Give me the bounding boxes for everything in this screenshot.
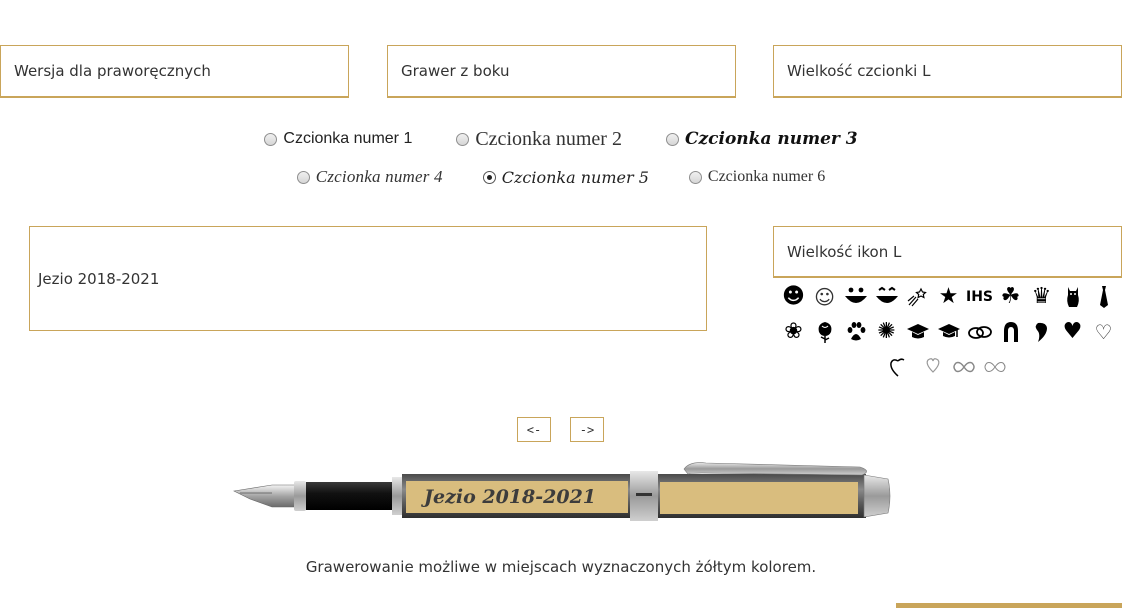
icon-size-select[interactable]: Wielkość ikon L: [773, 226, 1122, 278]
engraving-text-input[interactable]: Jezio 2018-2021: [29, 226, 707, 331]
font-option-4[interactable]: Czcionka numer 4: [296, 167, 443, 187]
font-option-5[interactable]: Czcionka numer 5: [482, 167, 649, 187]
next-view-label: ->: [579, 422, 595, 437]
font-option-4-radio[interactable]: [296, 170, 310, 184]
pen-nib: [233, 484, 297, 508]
rose-bud-icon[interactable]: [811, 318, 838, 346]
star-icon[interactable]: ★: [935, 283, 962, 311]
rose-icon[interactable]: ❀: [780, 318, 807, 346]
heart-outline-icon[interactable]: ♡: [1090, 318, 1117, 346]
shooting-star-icon[interactable]: [904, 283, 931, 311]
font-size-select-value: Wielkość czcionki L: [787, 62, 931, 80]
font-option-2-label: Czcionka numer 2: [475, 127, 622, 150]
icon-size-select-value: Wielkość ikon L: [787, 242, 902, 261]
happy-face-icon[interactable]: [873, 283, 900, 311]
previous-view-button[interactable]: <-: [517, 417, 551, 442]
font-option-2-radio[interactable]: [456, 132, 470, 146]
icon-picker: ☻ ☺ ★ IHS ☘ ♛ ❀ ✺ ♥ ♡: [775, 283, 1122, 381]
font-option-2[interactable]: Czcionka numer 2: [456, 128, 622, 151]
infinity-icon[interactable]: [951, 353, 978, 381]
engraving-area-cap: [660, 482, 858, 514]
font-option-3-radio[interactable]: [665, 132, 679, 146]
font-option-3[interactable]: Czcionka numer 3: [665, 129, 858, 149]
cat-icon[interactable]: [1059, 283, 1086, 311]
engraving-notice: Grawerowanie możliwe w miejscach wyznacz…: [305, 558, 817, 576]
engraving-side-select-value: Grawer z boku: [401, 62, 510, 80]
font-size-select[interactable]: Wielkość czcionki L: [773, 45, 1122, 98]
two-hearts-outline-icon[interactable]: [920, 353, 947, 381]
graduation-cap-icon[interactable]: [904, 318, 931, 346]
pen-preview: Jezio 2018-2021: [233, 462, 891, 521]
font-option-4-label: Czcionka numer 4: [315, 167, 443, 186]
tie-icon[interactable]: [1090, 283, 1117, 311]
pen-clip: [683, 462, 867, 476]
ihs-symbol-text: IHS: [966, 289, 994, 305]
font-option-5-radio[interactable]: [482, 170, 496, 184]
pen-nib-ring: [294, 481, 306, 511]
engraving-text-value: Jezio 2018-2021: [38, 269, 160, 288]
handedness-select[interactable]: Wersja dla praworęcznych: [0, 45, 349, 98]
pen-band-marks: [636, 493, 652, 496]
font-option-1[interactable]: Czcionka numer 1: [264, 130, 412, 148]
font-option-3-label: Czcionka numer 3: [684, 129, 858, 149]
horseshoe-icon[interactable]: [997, 318, 1024, 346]
paw-icon[interactable]: [842, 318, 869, 346]
heart-icon[interactable]: ♥: [1059, 318, 1086, 346]
font-option-6[interactable]: Czcionka numer 6: [688, 168, 826, 186]
font-options-row-2: Czcionka numer 4 Czcionka numer 5 Czcion…: [0, 162, 1122, 192]
heart-broken-half-icon[interactable]: [1028, 318, 1055, 346]
font-option-6-label: Czcionka numer 6: [707, 168, 826, 185]
graduation-cap-alt-icon[interactable]: [935, 318, 962, 346]
font-option-5-label: Czcionka numer 5: [501, 167, 649, 187]
font-option-6-radio[interactable]: [688, 170, 702, 184]
next-view-button[interactable]: ->: [570, 417, 604, 442]
font-option-1-label: Czcionka numer 1: [283, 130, 413, 147]
wedding-rings-icon[interactable]: [966, 318, 993, 346]
pen-grip: [306, 482, 394, 510]
font-options-row-1: Czcionka numer 1 Czcionka numer 2 Czcion…: [0, 124, 1122, 154]
medal-rosette-icon[interactable]: ✺: [873, 318, 900, 346]
two-hearts-icon[interactable]: [889, 353, 916, 381]
infinity-outline-icon[interactable]: [982, 353, 1009, 381]
pen-cap-end: [863, 474, 891, 518]
clover-icon[interactable]: ☘: [997, 283, 1024, 311]
laughing-face-icon[interactable]: [842, 283, 869, 311]
handedness-select-value: Wersja dla praworęcznych: [14, 62, 211, 80]
font-option-1-radio[interactable]: [264, 132, 278, 146]
add-to-cart-button-edge[interactable]: [896, 603, 1122, 608]
grinning-face-icon[interactable]: ☻: [780, 283, 807, 311]
engraving-side-select[interactable]: Grawer z boku: [387, 45, 736, 98]
crown-icon[interactable]: ♛: [1028, 283, 1055, 311]
previous-view-label: <-: [526, 422, 542, 437]
engraved-text-preview: Jezio 2018-2021: [421, 486, 596, 508]
smiling-face-icon[interactable]: ☺: [811, 283, 838, 311]
ihs-symbol-icon[interactable]: IHS: [966, 283, 993, 311]
